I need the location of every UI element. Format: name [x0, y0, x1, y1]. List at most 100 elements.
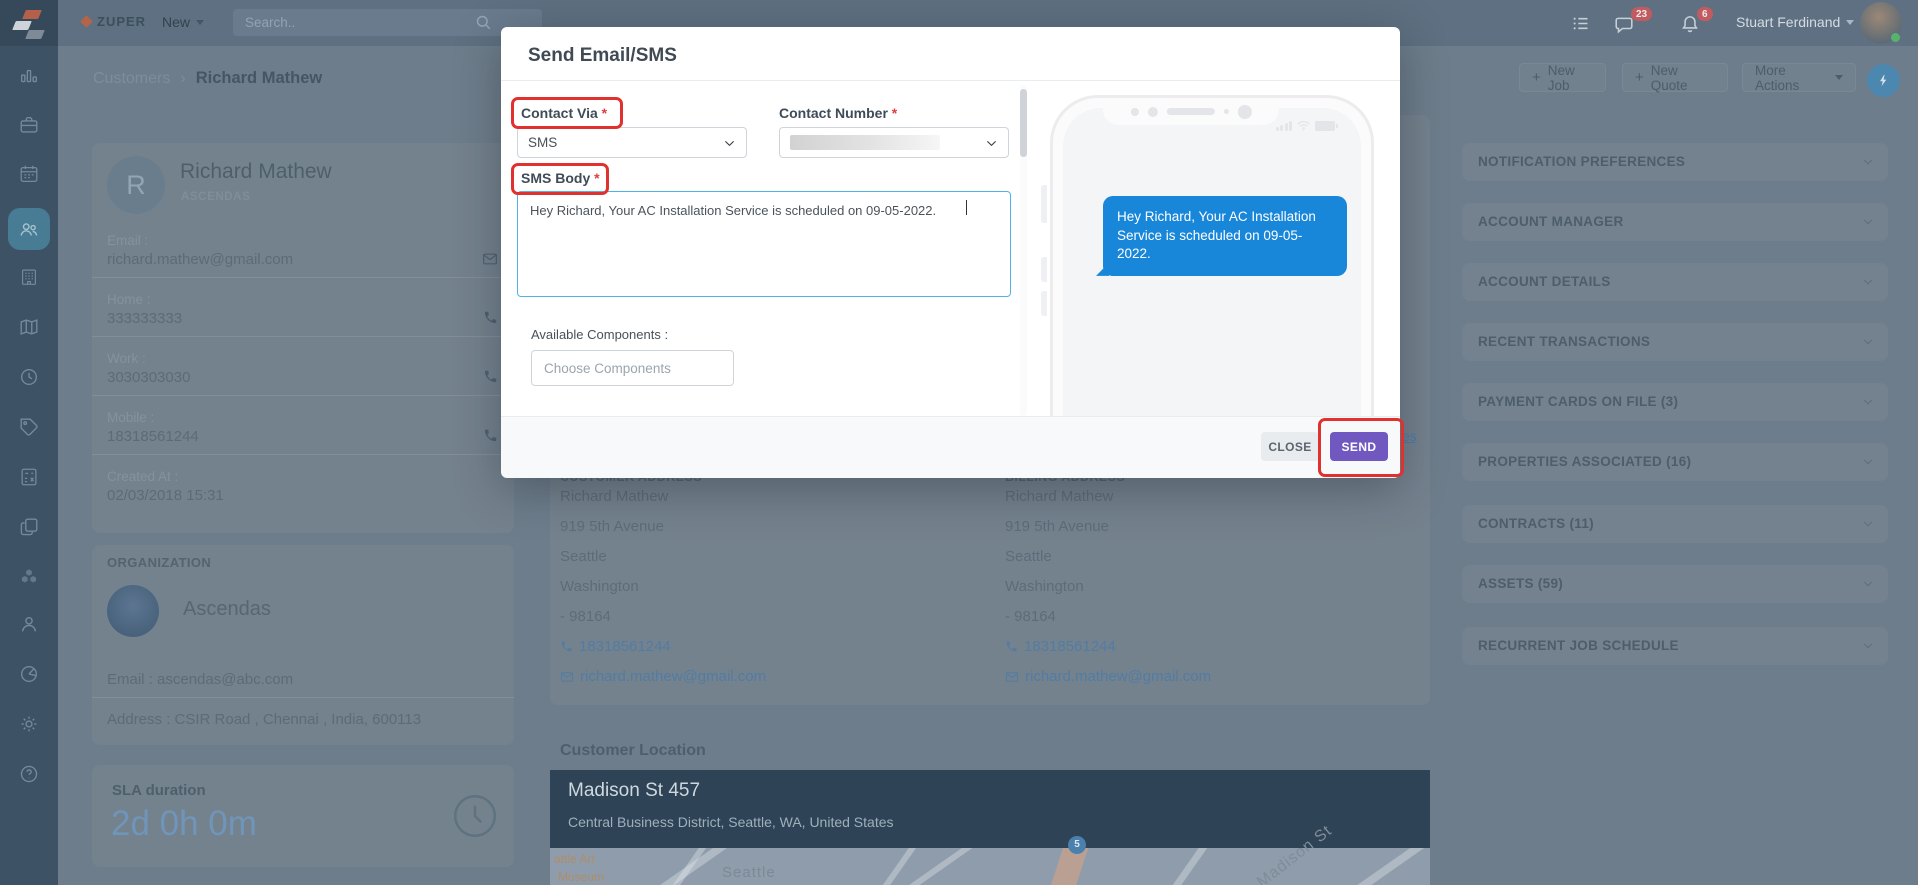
address-zip: - 98164: [560, 608, 611, 625]
address-city: Seattle: [1005, 548, 1052, 565]
parts-icon[interactable]: [18, 566, 40, 588]
breadcrumb-customers[interactable]: Customers: [93, 70, 170, 88]
map-label: Museum: [558, 870, 605, 884]
new-job-label: New Job: [1547, 62, 1575, 93]
chevron-down-icon: [1864, 521, 1872, 527]
send-button[interactable]: SEND: [1330, 432, 1388, 461]
address-email-link[interactable]: richard.mathew@gmail.com: [560, 668, 766, 685]
redacted-value: [790, 135, 940, 150]
chevron-down-icon: [1864, 159, 1872, 165]
map-place: Madison St 457: [568, 780, 701, 801]
accordion-notification-preferences[interactable]: NOTIFICATION PREFERENCES: [1462, 143, 1888, 181]
accordion-account-manager[interactable]: ACCOUNT MANAGER: [1462, 203, 1888, 241]
accordion-contracts[interactable]: CONTRACTS (11): [1462, 505, 1888, 543]
scrollbar-thumb[interactable]: [1020, 89, 1027, 157]
users-icon[interactable]: [18, 613, 40, 635]
sms-body-textarea[interactable]: Hey Richard, Your AC Installation Servic…: [517, 191, 1011, 297]
address-email-link[interactable]: richard.mathew@gmail.com: [1005, 668, 1211, 685]
chevron-down-icon: [1864, 581, 1872, 587]
field-label: Work :: [107, 351, 146, 366]
analytics-icon[interactable]: [18, 65, 40, 87]
calendar-icon[interactable]: [18, 163, 40, 185]
new-job-button[interactable]: + New Job: [1519, 62, 1606, 93]
search-input[interactable]: [233, 9, 542, 36]
accordion-recurrent-job-schedule[interactable]: RECURRENT JOB SCHEDULE: [1462, 627, 1888, 665]
accordion-account-details[interactable]: ACCOUNT DETAILS: [1462, 263, 1888, 301]
accordion-title: ASSETS (59): [1478, 576, 1564, 591]
field-value: 3030303030: [107, 369, 191, 386]
documents-icon[interactable]: [18, 516, 40, 538]
organization-title: ORGANIZATION: [107, 555, 212, 570]
address-city: Seattle: [560, 548, 607, 565]
new-menu[interactable]: New: [162, 14, 205, 30]
divider: [92, 395, 514, 396]
service-territory-icon[interactable]: [18, 316, 40, 338]
chevron-down-icon: [1864, 339, 1872, 345]
contact-number-select[interactable]: [779, 127, 1009, 158]
divider: [92, 454, 514, 455]
accordion-assets[interactable]: ASSETS (59): [1462, 565, 1888, 603]
addresses-partial-link[interactable]: es: [1402, 428, 1417, 444]
new-quote-label: New Quote: [1650, 62, 1688, 93]
new-quote-button[interactable]: + New Quote: [1622, 62, 1728, 93]
plus-icon: +: [1532, 69, 1541, 86]
accordion-title: NOTIFICATION PREFERENCES: [1478, 154, 1686, 169]
zuper-logo-tile[interactable]: [0, 0, 58, 46]
required-asterisk: *: [594, 170, 600, 186]
user-avatar[interactable]: [1860, 2, 1902, 44]
status-icons: [1275, 120, 1338, 131]
accordion-title: RECURRENT JOB SCHEDULE: [1478, 638, 1679, 653]
divider: [92, 277, 514, 278]
divider: [92, 697, 514, 698]
tags-icon[interactable]: [18, 416, 40, 438]
customer-initial: R: [126, 169, 146, 200]
available-components-label: Available Components :: [531, 327, 669, 342]
help-icon[interactable]: [18, 763, 40, 785]
send-email-sms-modal: Send Email/SMS Contact Via * SMS Contact…: [501, 27, 1404, 478]
modal-scrollbar[interactable]: [1020, 85, 1027, 416]
phone-icon: [1006, 641, 1017, 652]
customers-icon[interactable]: [18, 218, 40, 240]
reports-icon[interactable]: [18, 663, 40, 685]
contact-via-select[interactable]: SMS: [517, 127, 747, 158]
address-state: Washington: [1005, 578, 1084, 595]
user-menu[interactable]: Stuart Ferdinand: [1736, 14, 1840, 30]
address-street: 919 5th Avenue: [1005, 518, 1109, 535]
map[interactable]: Madison St 457 Central Business District…: [550, 770, 1430, 885]
map-route-shield: 5: [1068, 836, 1086, 854]
chevron-down-icon: [1864, 643, 1872, 649]
sensor-dot: [1223, 109, 1229, 114]
wifi-icon: [1297, 120, 1310, 131]
quick-action-button[interactable]: [1867, 64, 1900, 97]
organization-email: Email : ascendas@abc.com: [107, 671, 294, 688]
divider: [92, 336, 514, 337]
jobs-icon[interactable]: [18, 114, 40, 136]
estimates-icon[interactable]: [18, 466, 40, 488]
text-cursor: [966, 200, 967, 215]
envelope-icon: [560, 671, 574, 682]
address-phone: 18318561244: [1024, 638, 1116, 655]
map-subtitle: Central Business District, Seattle, WA, …: [568, 814, 894, 830]
signal-icon: [1275, 121, 1292, 131]
accordion-recent-transactions[interactable]: RECENT TRANSACTIONS: [1462, 323, 1888, 361]
accordion-properties-associated[interactable]: PROPERTIES ASSOCIATED (16): [1462, 443, 1888, 481]
organization-address: Address : CSIR Road , Chennai , India, 6…: [107, 711, 422, 728]
phone-icon: [561, 641, 572, 652]
settings-icon[interactable]: [18, 713, 40, 735]
accordion-payment-cards[interactable]: PAYMENT CARDS ON FILE (3): [1462, 383, 1888, 421]
logo-shape: [25, 30, 45, 39]
close-button[interactable]: CLOSE: [1261, 432, 1319, 461]
address-phone-link[interactable]: 18318561244: [560, 638, 671, 655]
choose-components-input[interactable]: [531, 350, 734, 386]
app-root: ZUPER New 23 6 Stuart Ferdinand: [0, 0, 1918, 885]
speaker-bar: [1166, 108, 1215, 115]
phone-icon: [484, 370, 497, 383]
new-menu-label: New: [162, 14, 191, 30]
timesheets-icon[interactable]: [18, 366, 40, 388]
properties-icon[interactable]: [18, 266, 40, 288]
list-view-icon[interactable]: [1570, 13, 1591, 34]
address-phone-link[interactable]: 18318561244: [1005, 638, 1116, 655]
contact-number-label: Contact Number *: [779, 105, 898, 121]
more-actions-button[interactable]: More Actions: [1742, 63, 1856, 93]
field-label: Created At :: [107, 469, 179, 484]
